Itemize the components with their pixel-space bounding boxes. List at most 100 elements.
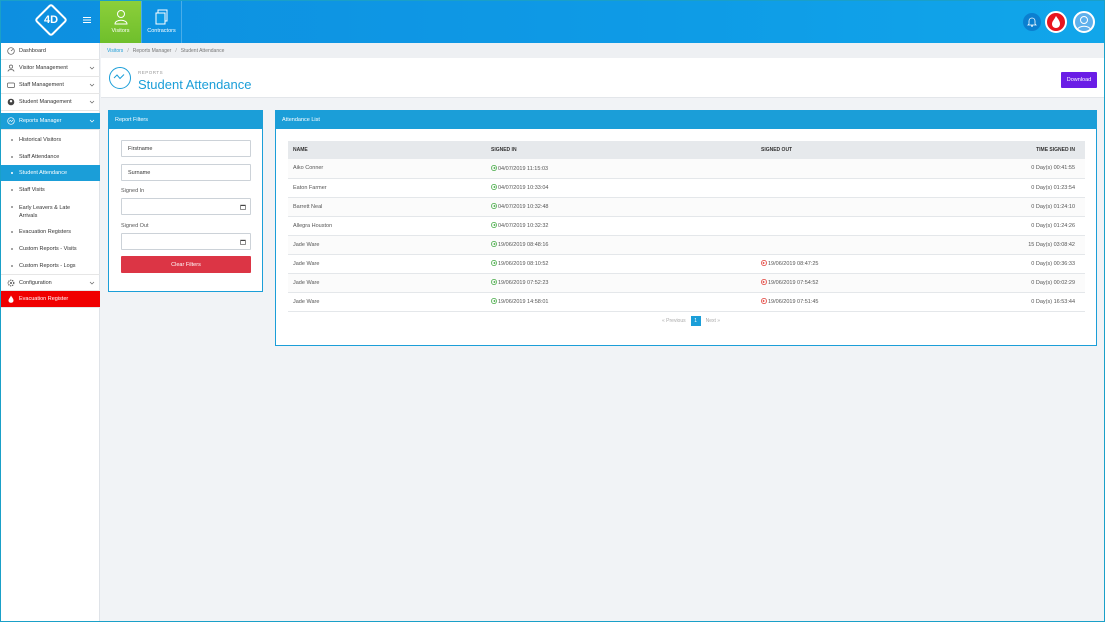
pagination-previous[interactable]: « Previous [662,318,686,324]
sidebar-subitem-label: Early Leavers & Late Arrivals [19,205,71,219]
sidebar-subitem-label: Staff Visits [19,187,45,193]
sidebar-item-staff-management[interactable]: Staff Management [1,77,100,94]
signed-in-label: Signed In [121,188,145,194]
sidebar-item-visitor-management[interactable]: Visitor Management [1,60,100,77]
signed-in-icon [491,184,497,190]
cell-signed-out-wrap [756,159,956,179]
sidebar-item-label: Visitor Management [19,65,68,71]
flame-icon [7,295,15,303]
report-filters-title: Report Filters [109,111,262,129]
cell-signed-in-wrap: 19/06/2019 08:48:16 [486,235,756,255]
menu-icon[interactable] [83,16,91,27]
column-header-name[interactable]: NAME [288,141,486,159]
calendar-icon[interactable] [240,204,246,210]
pagination-page-current[interactable]: 1 [690,316,701,326]
bell-icon[interactable] [1023,13,1041,31]
cell-time-signed-in: 0 Day(s) 00:36:33 [956,254,1085,274]
cell-signed-in-wrap: 04/07/2019 11:15:03 [486,159,756,179]
table-row[interactable]: Allegra Houston 04/07/2019 10:32:32 0 Day(… [288,216,1085,236]
cell-signed-in: 19/06/2019 14:58:01 [498,299,549,305]
sidebar-subitem-evacuation-registers[interactable]: Evacuation Registers [1,226,100,240]
table-row[interactable]: Jade Ware 19/06/2019 07:52:23 19/06/2019 0… [288,273,1085,293]
breadcrumb-visitors[interactable]: Visitors [107,48,123,54]
cell-signed-in-wrap: 19/06/2019 08:10:52 [486,254,756,274]
signed-in-icon [491,241,497,247]
cell-signed-in-wrap: 04/07/2019 10:32:48 [486,197,756,217]
sidebar-item-reports-manager[interactable]: Reports Manager [1,113,100,130]
tab-visitors[interactable]: Visitors [100,1,141,43]
page-title: Student Attendance [138,77,252,92]
chevron-down-icon [89,118,95,124]
sidebar-item-evacuation-register[interactable]: Evacuation Register [1,291,100,308]
cell-signed-out: 19/06/2019 07:51:45 [768,299,819,305]
table-row[interactable]: Barrett Neal 04/07/2019 10:32:48 0 Day(s) … [288,197,1085,217]
cell-name: Jade Ware [288,292,486,312]
pagination-next[interactable]: Next » [706,318,720,324]
documents-icon [155,9,169,25]
calendar-icon[interactable] [240,239,246,245]
column-header-time-signed-in[interactable]: TIME SIGNED IN [956,141,1085,159]
signed-in-icon [491,164,497,171]
flame-alert-icon[interactable] [1045,11,1067,33]
cell-time-signed-in: 0 Day(s) 00:41:55 [956,159,1085,179]
cell-signed-in: 19/06/2019 07:52:23 [498,280,549,286]
cell-signed-in-wrap: 19/06/2019 07:52:23 [486,273,756,293]
sidebar-subitem-label: Student Attendance [19,170,68,176]
tab-visitors-label: Visitors [111,28,130,34]
cell-signed-out: 19/06/2019 07:54:52 [768,280,819,286]
column-header-signed-out[interactable]: SIGNED OUT [756,141,956,159]
cell-signed-out-wrap: 19/06/2019 07:54:52 [756,273,956,293]
logo-text: 4D [43,14,59,26]
signed-in-icon [491,260,497,266]
breadcrumb-reports-manager[interactable]: Reports Manager [133,48,172,54]
table-row[interactable]: Aiko Conner 04/07/2019 11:15:03 0 Day(s) 0… [288,159,1085,179]
attendance-table: NAME SIGNED IN SIGNED OUT TIME SIGNED IN… [288,141,1085,312]
tab-contractors[interactable]: Contractors [141,1,182,43]
sidebar-item-student-management[interactable]: Student Management [1,94,100,111]
sidebar-subitem-staff-visits[interactable]: Staff Visits [1,184,100,198]
cell-name: Jade Ware [288,273,486,293]
clear-filters-button[interactable]: Clear Filters [121,256,251,273]
signed-out-date-input[interactable] [121,233,251,250]
download-button[interactable]: Download [1061,72,1097,88]
cell-signed-out: 19/06/2019 08:47:25 [768,261,819,267]
sidebar-subitem-staff-attendance[interactable]: Staff Attendance [1,151,100,165]
cell-signed-in: 19/06/2019 08:48:16 [498,242,549,248]
sidebar-subitem-early-leavers[interactable]: Early Leavers & Late Arrivals [1,201,100,223]
table-row[interactable]: Jade Ware 19/06/2019 08:48:16 15 Day(s) 03… [288,235,1085,255]
app-frame: 4D Visitors Contractors Dashboard Visito… [0,0,1105,622]
sidebar-item-dashboard[interactable]: Dashboard [1,43,100,60]
cell-signed-in-wrap: 04/07/2019 10:33:04 [486,178,756,198]
sidebar-item-label: Configuration [19,279,52,286]
cell-signed-in-wrap: 04/07/2019 10:32:32 [486,216,756,236]
firstname-input[interactable]: Firstname [121,140,251,157]
page-eyebrow: REPORTS [138,70,164,75]
sidebar-subitem-custom-reports-visits[interactable]: Custom Reports - Visits [1,243,100,257]
reports-icon [109,67,131,89]
table-row[interactable]: Eaton Farmer 04/07/2019 10:33:04 0 Day(s) … [288,178,1085,198]
cell-signed-out-wrap: 19/06/2019 07:51:45 [756,292,956,312]
sidebar-subitem-label: Custom Reports - Visits [19,246,77,252]
signed-in-date-input[interactable] [121,198,251,215]
signed-in-icon [491,279,497,285]
table-row[interactable]: Jade Ware 19/06/2019 08:10:52 19/06/2019 0… [288,254,1085,274]
table-row[interactable]: Jade Ware 19/06/2019 14:58:01 19/06/2019 0… [288,292,1085,312]
bullet-icon [11,172,13,174]
sidebar-item-configuration[interactable]: Configuration [1,274,100,291]
cell-name: Jade Ware [288,254,486,274]
surname-input[interactable]: Surname [121,164,251,181]
cell-signed-out-wrap [756,178,956,198]
column-header-signed-in[interactable]: SIGNED IN [486,141,756,159]
report-filters-panel: Report Filters Firstname Surname Signed … [108,110,263,292]
cell-time-signed-in: 0 Day(s) 16:53:44 [956,292,1085,312]
chevron-down-icon [89,99,95,105]
user-avatar-icon[interactable] [1073,11,1095,33]
sidebar-subitem-student-attendance[interactable]: Student Attendance [1,165,100,181]
signed-in-icon [491,298,497,304]
cell-signed-out-wrap [756,216,956,236]
cell-time-signed-in: 0 Day(s) 01:23:54 [956,178,1085,198]
sidebar-subitem-historical-visitors[interactable]: Historical Visitors [1,134,100,148]
sidebar-subitem-custom-reports-logs[interactable]: Custom Reports - Logs [1,260,100,274]
signed-out-icon [761,298,767,304]
bullet-icon [11,156,13,158]
